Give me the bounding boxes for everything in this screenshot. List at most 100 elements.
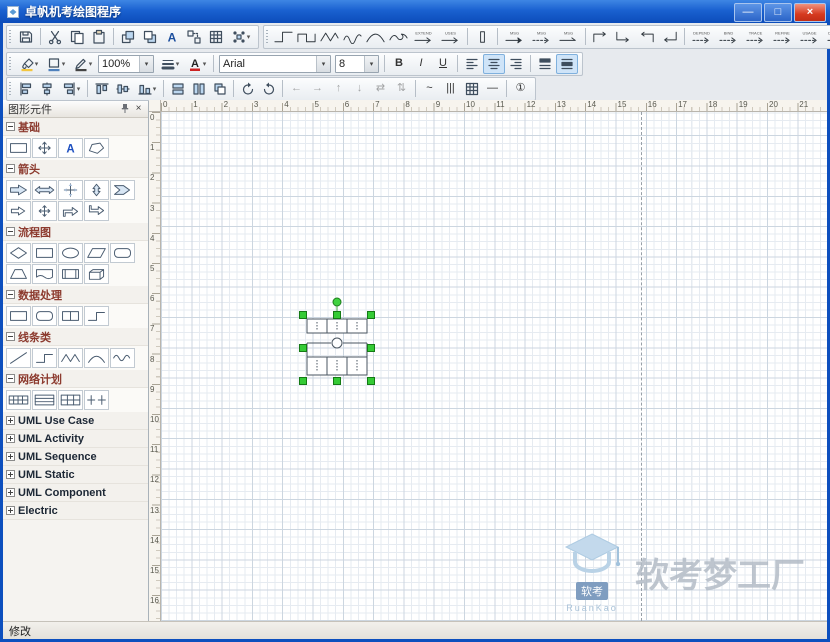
same-size-button[interactable] (209, 80, 230, 98)
shape-arrow-bend-down[interactable] (84, 201, 109, 221)
chevron-down-icon[interactable]: ▾ (364, 56, 378, 72)
align-right-button[interactable] (505, 54, 527, 74)
bold-button[interactable]: B (388, 54, 410, 74)
shape-dp-step[interactable] (84, 306, 109, 326)
shape-arrow-double[interactable] (32, 180, 57, 200)
shape-arrow-right[interactable] (6, 180, 31, 200)
shape-connector-tool[interactable] (32, 138, 57, 158)
connector-arc[interactable] (364, 27, 387, 47)
shape-line[interactable] (6, 348, 31, 368)
save-button[interactable] (15, 27, 37, 47)
panel-section-uml-sequence[interactable]: UML Sequence (3, 448, 148, 466)
collapse-icon[interactable] (6, 122, 15, 131)
line-width-button[interactable]: ▾ (156, 54, 183, 74)
expand-icon[interactable] (6, 488, 15, 497)
align-bottoms-button[interactable]: ▾ (133, 80, 160, 98)
connector-zigzag[interactable] (318, 27, 341, 47)
same-height-button[interactable] (188, 80, 209, 98)
align-left-button[interactable] (461, 54, 483, 74)
shape-dp-split[interactable] (58, 306, 83, 326)
connector-msg-sync[interactable]: MSG (501, 27, 528, 47)
shape-document[interactable] (32, 264, 57, 284)
connector-depend[interactable]: DEPEND (688, 27, 715, 47)
panel-section-uml-activity[interactable]: UML Activity (3, 430, 148, 448)
shape-terminator[interactable] (58, 243, 83, 263)
line-color-button[interactable]: ▾ (69, 54, 96, 74)
expand-icon[interactable] (6, 452, 15, 461)
shape-style-button[interactable]: ▾ (42, 54, 69, 74)
align-middles-button[interactable] (112, 80, 133, 98)
italic-button[interactable]: I (410, 54, 432, 74)
shape-curve-line[interactable] (84, 348, 109, 368)
shape-freeform[interactable] (84, 138, 109, 158)
expand-icon[interactable] (6, 416, 15, 425)
valign-top-button[interactable] (534, 54, 556, 74)
shape-network-grid[interactable] (58, 390, 83, 410)
shape-arrow-quad[interactable] (58, 180, 83, 200)
connector-depend-2[interactable]: DEPEND (823, 27, 830, 47)
text-tool-button[interactable]: A (161, 27, 183, 47)
font-family-combo[interactable]: Arial▾ (219, 55, 331, 73)
minimize-button[interactable]: — (734, 3, 762, 22)
panel-section-lines[interactable]: 线条类 (3, 328, 148, 346)
connector-uses[interactable]: USES (437, 27, 464, 47)
shape-elbow-line[interactable] (32, 348, 57, 368)
shape-predefined-process[interactable] (58, 264, 83, 284)
drawing-canvas[interactable]: 软考 RuanKao 软考梦工厂 (161, 112, 827, 621)
align-tops-button[interactable] (91, 80, 112, 98)
panel-close-icon[interactable]: × (132, 102, 145, 115)
shape-arrow-outline[interactable] (6, 201, 31, 221)
dash-style-button[interactable]: — (482, 80, 503, 98)
panel-section-arrows[interactable]: 箭头 (3, 160, 148, 178)
align-lefts-button[interactable] (15, 80, 36, 98)
collapse-icon[interactable] (6, 374, 15, 383)
close-button[interactable]: × (794, 3, 826, 22)
connector-bend-down-right[interactable] (612, 27, 635, 47)
connector-msg-return[interactable]: MSG (555, 27, 582, 47)
about-button[interactable]: ① (510, 80, 531, 98)
shape-data[interactable] (84, 243, 109, 263)
connector-usage[interactable]: USAGE (796, 27, 823, 47)
connector-lifeline[interactable] (471, 27, 494, 47)
connector-trace[interactable]: TRACE (742, 27, 769, 47)
shape-cube[interactable] (84, 264, 109, 284)
panel-section-data-processing[interactable]: 数据处理 (3, 286, 148, 304)
align-rights-button[interactable]: ▾ (57, 80, 84, 98)
shape-process[interactable] (32, 243, 57, 263)
panel-section-uml-component[interactable]: UML Component (3, 484, 148, 502)
shape-rounded-process[interactable] (110, 243, 135, 263)
collapse-icon[interactable] (6, 332, 15, 341)
cut-button[interactable] (44, 27, 66, 47)
shape-dp-rounded[interactable] (32, 306, 57, 326)
show-grid-button[interactable] (461, 80, 482, 98)
shape-arrow-chevron[interactable] (110, 180, 135, 200)
smooth-line-button[interactable]: ~ (419, 80, 440, 98)
shape-arrow-cross[interactable] (32, 201, 57, 221)
bring-to-front-button[interactable] (117, 27, 139, 47)
rotate-left-button[interactable] (237, 80, 258, 98)
shape-text[interactable]: A (58, 138, 83, 158)
shape-dp-box[interactable] (6, 306, 31, 326)
pin-icon[interactable] (118, 102, 131, 115)
collapse-icon[interactable] (6, 290, 15, 299)
fill-color-button[interactable]: ▾ (15, 54, 42, 74)
connector-elbow-double[interactable] (295, 27, 318, 47)
chevron-down-icon[interactable]: ▾ (316, 56, 330, 72)
expand-icon[interactable] (6, 506, 15, 515)
panel-section-uml-use-case[interactable]: UML Use Case (3, 412, 148, 430)
grid-button[interactable] (205, 27, 227, 47)
panel-section-uml-static[interactable]: UML Static (3, 466, 148, 484)
copy-button[interactable] (66, 27, 88, 47)
connector-extend[interactable]: EXTEND (410, 27, 437, 47)
align-centers-button[interactable] (36, 80, 57, 98)
align-center-button[interactable] (483, 54, 505, 74)
underline-button[interactable]: U (432, 54, 454, 74)
paste-button[interactable] (88, 27, 110, 47)
panel-section-flowchart[interactable]: 流程图 (3, 223, 148, 241)
connector-msg-async[interactable]: MSG (528, 27, 555, 47)
panel-section-network-plan[interactable]: 网络计划 (3, 370, 148, 388)
shape-network-link[interactable] (84, 390, 109, 410)
expand-icon[interactable] (6, 470, 15, 479)
valign-middle-button[interactable] (556, 54, 578, 74)
same-width-button[interactable] (167, 80, 188, 98)
